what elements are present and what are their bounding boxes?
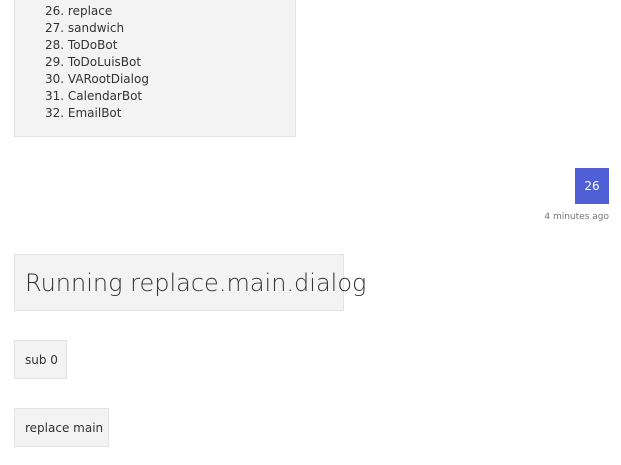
dialog-list: 26. replace 27. sandwich 28. ToDoBot 29.… — [45, 3, 149, 122]
user-message-bubble: 26 — [575, 168, 609, 204]
chat-transcript: 26. replace 27. sandwich 28. ToDoBot 29.… — [0, 0, 621, 465]
list-item: 26. replace — [45, 4, 113, 18]
bot-list-card: 26. replace 27. sandwich 28. ToDoBot 29.… — [14, 0, 296, 137]
bot-message-replace: replace main — [14, 408, 109, 447]
message-timestamp: 4 minutes ago — [544, 212, 609, 222]
list-item: 32. EmailBot — [45, 106, 122, 120]
bot-message-title: Running replace.main.dialog — [14, 254, 366, 311]
list-item: 28. ToDoBot — [45, 38, 118, 52]
list-item: 30. VARootDialog — [45, 72, 149, 86]
list-item: 27. sandwich — [45, 21, 125, 35]
bot-message-sub: sub 0 — [14, 340, 67, 379]
bot-message-title-text: Running replace.main.dialog — [25, 268, 367, 297]
list-item: 31. CalendarBot — [45, 89, 143, 103]
list-item: 29. ToDoLuisBot — [45, 55, 142, 69]
